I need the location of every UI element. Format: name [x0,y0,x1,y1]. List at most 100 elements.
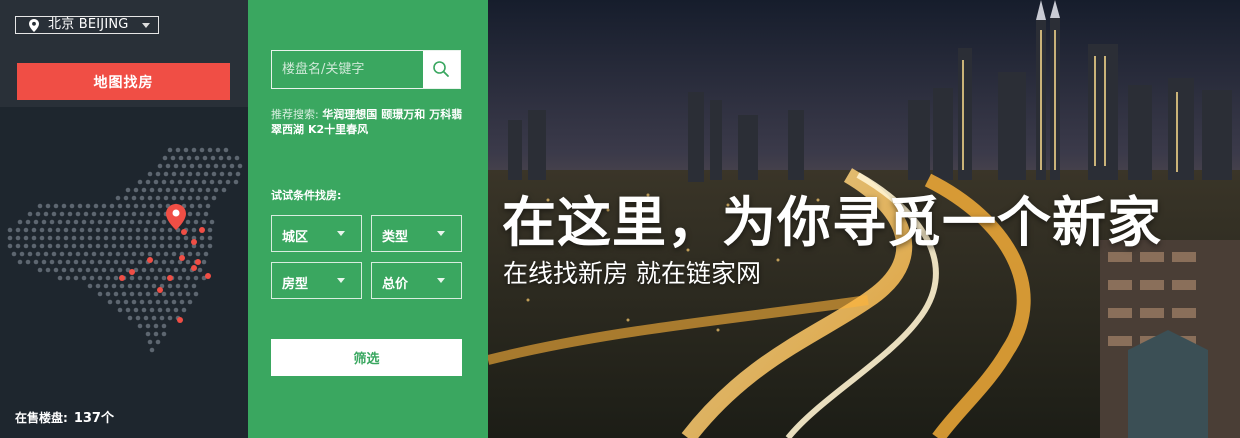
map-dot [189,203,195,209]
filter-button[interactable]: 筛选 [271,339,462,376]
filter-type[interactable]: 类型 [371,215,462,252]
map-dot [159,227,165,233]
map-dot [221,187,227,193]
filter-district[interactable]: 城区 [271,215,362,252]
map-dot [73,275,79,281]
map-city-marker[interactable] [181,229,187,235]
map-dot [63,235,69,241]
map-dot [127,283,133,289]
map-dot [65,259,71,265]
map-dot [145,219,151,225]
filter-label: 房型 [282,277,309,292]
map-dot [131,195,137,201]
map-dot [149,307,155,313]
map-city-marker[interactable] [191,265,197,271]
filter-label: 总价 [382,277,409,292]
map-dot [129,259,135,265]
map-dot [123,211,129,217]
map-dot [151,283,157,289]
search-button[interactable] [423,51,460,88]
map-dot [163,195,169,201]
map-dot [165,307,171,313]
map-dot [135,243,141,249]
map-dot [161,179,167,185]
map-city-marker[interactable] [199,227,205,233]
map-dot [175,283,181,289]
map-dot [77,203,83,209]
map-dot [15,235,21,241]
map-dot [49,259,55,265]
map-city-marker[interactable] [129,269,135,275]
map-city-marker[interactable] [157,287,163,293]
map-city-marker[interactable] [147,257,153,263]
search-input[interactable] [272,51,423,88]
map-dot [201,219,207,225]
map-dot [23,235,29,241]
map-dot [185,219,191,225]
map-dot [225,179,231,185]
map-city-marker[interactable] [177,317,183,323]
map-dot [131,251,137,257]
map-dot [187,195,193,201]
hot-search-link[interactable]: K2十里春风 [308,123,368,136]
map-dot [195,211,201,217]
map-city-marker[interactable] [195,259,201,265]
map-city-marker[interactable] [205,273,211,279]
map-city-marker[interactable] [167,275,173,281]
map-dot [173,307,179,313]
map-dot [153,219,159,225]
map-dot [131,211,137,217]
map-city-marker[interactable] [191,239,197,245]
map-location-pin-icon[interactable] [166,204,186,230]
map-dot [161,219,167,225]
map-dot [109,267,115,273]
map-dot [157,163,163,169]
map-dot [69,267,75,273]
map-dot [201,179,207,185]
map-dot [83,251,89,257]
map-dot [93,203,99,209]
map-dot [43,211,49,217]
map-dot [43,251,49,257]
map-dot [137,291,143,297]
map-dot [186,155,192,161]
map-dot [175,147,181,153]
map-dot [197,203,203,209]
map-dot [183,243,189,249]
map-dot [99,211,105,217]
map-dot [145,323,151,329]
hot-search-link[interactable]: 颐璟万和 [381,108,425,121]
map-dot [187,171,193,177]
map-dot [153,291,159,297]
map-dot [183,147,189,153]
map-dot [103,227,109,233]
filter-price[interactable]: 总价 [371,262,462,299]
map-dot [145,179,151,185]
filter-layout[interactable]: 房型 [271,262,362,299]
map-dot [155,171,161,177]
map-dot [153,275,159,281]
city-selector[interactable]: 北京 BEIJING [15,16,159,34]
map-dot [23,227,29,233]
filter-prompt: 试试条件找房: [271,189,342,202]
map-dot [125,187,131,193]
map-dot [169,179,175,185]
map-dot [177,179,183,185]
china-dot-map[interactable] [0,140,248,360]
map-dot [81,259,87,265]
map-dot [137,275,143,281]
map-city-marker[interactable] [179,255,185,261]
map-dot [135,283,141,289]
map-search-button[interactable]: 地图找房 [17,63,230,100]
map-dot [27,251,33,257]
map-dot [153,179,159,185]
map-city-marker[interactable] [119,275,125,281]
map-dot [101,267,107,273]
map-dot [47,243,53,249]
map-dot [83,211,89,217]
map-dot [195,251,201,257]
map-dot [17,219,23,225]
hot-search-link[interactable]: 华润理想国 [322,108,377,121]
map-dot [33,259,39,265]
hero-subline: 在线找新房 就在链家网 [503,259,761,288]
